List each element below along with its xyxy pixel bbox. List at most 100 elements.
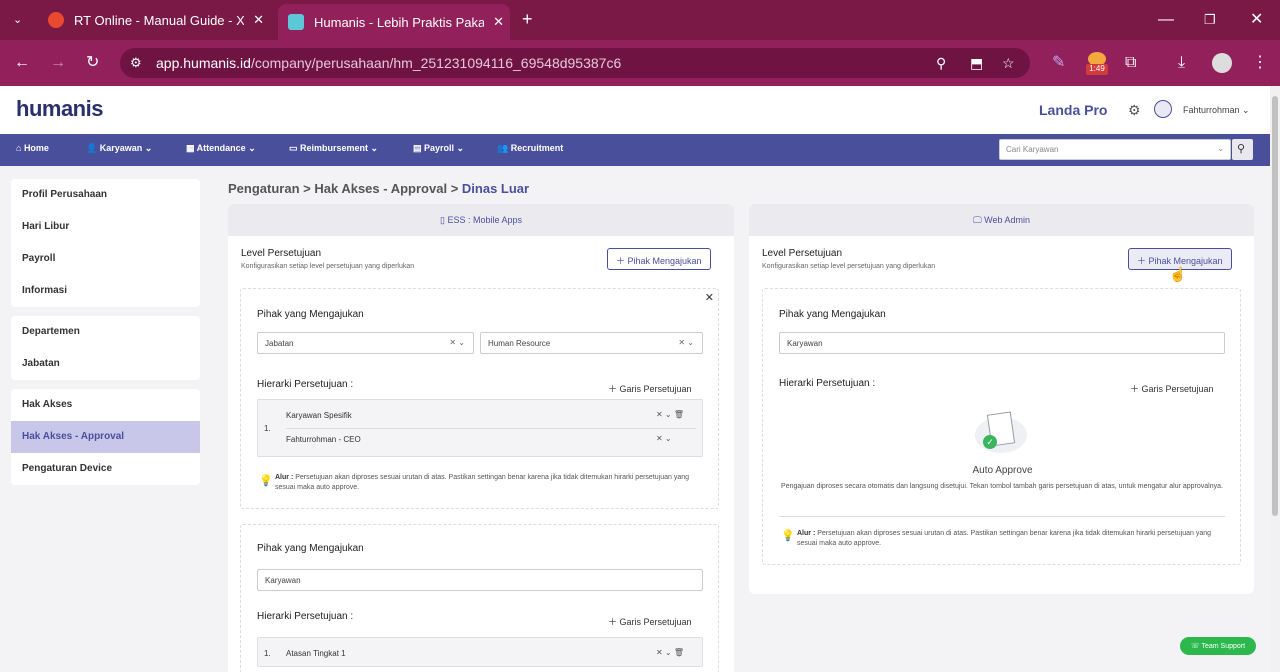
pihak-label: Pihak yang Mengajukan bbox=[257, 309, 364, 320]
nav-reimbursement[interactable]: ▭ Reimbursement ⌄ bbox=[289, 143, 378, 154]
hierarki-label: Hierarki Persetujuan : bbox=[257, 611, 354, 622]
breadcrumb-pengaturan[interactable]: Pengaturan bbox=[228, 181, 300, 196]
settings-gear-icon[interactable]: ⚙ bbox=[1128, 102, 1141, 119]
add-garis-button[interactable]: ＋ Garis Persetujuan bbox=[608, 382, 692, 395]
nav-recruitment[interactable]: 👥 Recruitment bbox=[497, 143, 563, 154]
sidebar-item-hak-akses-approval[interactable]: Hak Akses - Approval bbox=[11, 421, 200, 453]
search-button[interactable]: ⚲ bbox=[1232, 139, 1253, 160]
level-title: Level Persetujuan bbox=[241, 248, 322, 259]
site-settings-icon[interactable]: ⚙ bbox=[130, 55, 142, 71]
hierarki-label: Hierarki Persetujuan : bbox=[257, 379, 354, 390]
add-garis-button[interactable]: ＋ Garis Persetujuan bbox=[1130, 382, 1214, 395]
plan-name: Landa Pro bbox=[1039, 102, 1108, 118]
user-avatar[interactable] bbox=[1154, 100, 1172, 118]
approval-block-1: ✕ Pihak yang Mengajukan Jabatan ✕ ⌄ Human… bbox=[240, 288, 719, 509]
level-title: Level Persetujuan bbox=[762, 248, 843, 259]
sidebar-item-pengaturan-device[interactable]: Pengaturan Device bbox=[11, 453, 200, 485]
search-icon: ⚲ bbox=[1237, 143, 1246, 155]
row-controls[interactable]: ✕ ⌄ 🗑 bbox=[656, 648, 684, 657]
sidebar-item-departemen[interactable]: Departemen bbox=[11, 316, 200, 348]
web-approval-block: Pihak yang Mengajukan Karyawan Hierarki … bbox=[762, 288, 1241, 565]
tab-title: Humanis - Lebih Praktis Pakai H bbox=[314, 14, 484, 30]
add-garis-button[interactable]: ＋ Garis Persetujuan bbox=[608, 615, 692, 628]
pihak-label: Pihak yang Mengajukan bbox=[779, 309, 886, 320]
main-nav: ⌂ Home 👤 Karyawan ⌄ ▦ Attendance ⌄ ▭ Rei… bbox=[0, 134, 1270, 166]
minimize-icon[interactable]: — bbox=[1158, 12, 1174, 28]
hierarchy-list: 1. Karyawan Spesifik ✕ ⌄ 🗑 Fahturrohman … bbox=[257, 399, 703, 457]
bulb-icon: 💡 bbox=[781, 530, 795, 542]
ess-card-header: ▯ ESS : Mobile Apps bbox=[228, 204, 734, 236]
sidebar-item-payroll[interactable]: Payroll bbox=[11, 243, 200, 275]
download-icon[interactable]: ⤓ bbox=[1178, 55, 1185, 71]
sidebar-item-informasi[interactable]: Informasi bbox=[11, 275, 200, 307]
extension-timer-icon[interactable]: 1:49 bbox=[1086, 52, 1108, 76]
employee-search-select[interactable]: Cari Karyawan ⌄ bbox=[999, 139, 1231, 160]
bookmark-star-icon[interactable]: ☆ bbox=[1002, 55, 1015, 71]
auto-approve-desc: Pengajuan diproses secara otomatis dan l… bbox=[781, 483, 1223, 490]
sidebar-group-structure: Departemen Jabatan bbox=[11, 316, 200, 380]
close-tab-icon[interactable]: ✕ bbox=[253, 12, 264, 28]
add-pihak-button[interactable]: ＋ Pihak Mengajukan bbox=[607, 248, 711, 270]
row-controls[interactable]: ✕ ⌄ 🗑 bbox=[656, 410, 684, 419]
profile-avatar[interactable] bbox=[1212, 53, 1232, 73]
close-window-icon[interactable]: ✕ bbox=[1250, 12, 1263, 28]
hierarchy-list: 1. Atasan Tingkat 1 ✕ ⌄ 🗑 bbox=[257, 637, 703, 667]
approval-block-2: Pihak yang Mengajukan Karyawan Hierarki … bbox=[240, 524, 719, 672]
breadcrumb-dinas-luar: Dinas Luar bbox=[461, 181, 530, 196]
browser-menu-icon[interactable]: ⋮ bbox=[1252, 55, 1268, 71]
reload-icon[interactable]: ↻ bbox=[86, 55, 99, 71]
sidebar-item-hak-akses[interactable]: Hak Akses bbox=[11, 389, 200, 421]
sidebar-item-profil[interactable]: Profil Perusahaan bbox=[11, 179, 200, 211]
url-field[interactable]: ⚙ app.humanis.id/company/perusahaan/hm_2… bbox=[120, 48, 1030, 78]
extension-feather-icon[interactable]: ✎ bbox=[1052, 55, 1065, 71]
install-app-icon[interactable]: ⬒ bbox=[970, 55, 983, 71]
tab-rt-online[interactable]: RT Online - Manual Guide - Xm ✕ bbox=[38, 6, 270, 34]
restore-icon[interactable]: ❐ bbox=[1204, 12, 1216, 28]
remove-block-icon[interactable]: ✕ bbox=[705, 291, 714, 304]
extensions-puzzle-icon[interactable]: ⧉ bbox=[1125, 55, 1136, 71]
app-header: humanis Landa Pro ⚙ Fahturrohman ⌄ bbox=[0, 86, 1270, 134]
browser-tab-bar: ⌄ RT Online - Manual Guide - Xm ✕ Humani… bbox=[0, 0, 1280, 40]
sidebar-item-jabatan[interactable]: Jabatan bbox=[11, 348, 200, 380]
address-bar-row: ← → ↻ ⚙ app.humanis.id/company/perusahaa… bbox=[0, 40, 1280, 86]
humanis-favicon-icon bbox=[288, 14, 304, 30]
auto-approve-illustration-icon: ✓ bbox=[971, 411, 1031, 455]
nav-payroll[interactable]: ▤ Payroll ⌄ bbox=[413, 143, 464, 154]
alur-note: Alur : Persetujuan akan diproses sesuai … bbox=[797, 530, 1212, 547]
tab-list-chevron-icon[interactable]: ⌄ bbox=[13, 12, 22, 28]
user-menu[interactable]: Fahturrohman ⌄ bbox=[1183, 105, 1250, 116]
karyawan-select[interactable]: Karyawan bbox=[779, 332, 1225, 354]
mobile-icon: ▯ bbox=[439, 215, 445, 225]
breadcrumb-hak-akses-approval[interactable]: Hak Akses - Approval bbox=[314, 181, 447, 196]
humanis-logo: humanis bbox=[16, 96, 103, 121]
web-admin-card: 🖵 Web Admin Level Persetujuan Konfiguras… bbox=[749, 204, 1254, 594]
breadcrumb: Pengaturan > Hak Akses - Approval > Dina… bbox=[228, 181, 530, 196]
page-scrollbar[interactable] bbox=[1270, 86, 1280, 672]
monitor-icon: 🖵 bbox=[972, 215, 982, 225]
new-tab-icon[interactable]: + bbox=[522, 10, 533, 28]
auto-approve-title: Auto Approve bbox=[972, 465, 1033, 476]
karyawan-select[interactable]: Karyawan bbox=[257, 569, 703, 591]
hierarchy-row[interactable]: Atasan Tingkat 1 bbox=[286, 649, 346, 658]
hierarchy-row-sub[interactable]: Fahturrohman - CEO bbox=[286, 435, 361, 444]
sidebar-group-access: Hak Akses Hak Akses - Approval Pengatura… bbox=[11, 389, 200, 485]
sidebar-item-hari-libur[interactable]: Hari Libur bbox=[11, 211, 200, 243]
nav-karyawan[interactable]: 👤 Karyawan ⌄ bbox=[86, 143, 152, 154]
department-select[interactable]: Human Resource ✕ ⌄ bbox=[480, 332, 703, 354]
back-icon[interactable]: ← bbox=[14, 55, 30, 71]
zoom-icon[interactable]: ⚲ bbox=[936, 55, 946, 71]
rt-favicon-icon bbox=[48, 12, 64, 28]
level-subtitle: Konfigurasikan setiap level persetujuan … bbox=[241, 263, 415, 270]
jabatan-select[interactable]: Jabatan ✕ ⌄ bbox=[257, 332, 474, 354]
tab-title: RT Online - Manual Guide - Xm bbox=[74, 12, 244, 28]
tab-humanis[interactable]: Humanis - Lebih Praktis Pakai H ✕ bbox=[278, 4, 510, 40]
nav-attendance[interactable]: ▦ Attendance ⌄ bbox=[186, 143, 256, 154]
team-support-button[interactable]: ☏ Team Support bbox=[1180, 637, 1256, 655]
forward-icon[interactable]: → bbox=[50, 55, 66, 71]
close-tab-icon[interactable]: ✕ bbox=[493, 14, 504, 30]
row-controls[interactable]: ✕ ⌄ bbox=[656, 434, 672, 443]
web-card-header: 🖵 Web Admin bbox=[749, 204, 1254, 236]
hierarchy-row[interactable]: Karyawan Spesifik bbox=[286, 411, 352, 420]
url-text: app.humanis.id/company/perusahaan/hm_251… bbox=[156, 55, 622, 71]
nav-home[interactable]: ⌂ Home bbox=[16, 143, 49, 153]
